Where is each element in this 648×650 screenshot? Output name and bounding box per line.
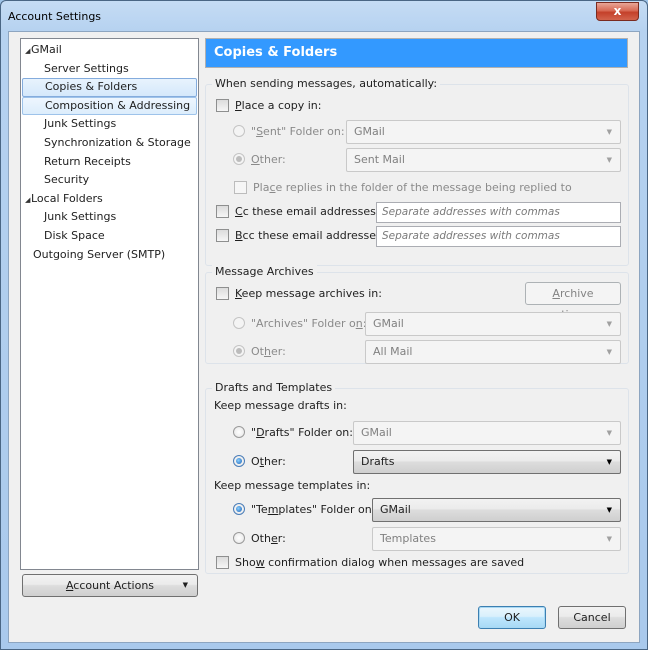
- group-title-archives: Message Archives: [212, 265, 317, 278]
- ok-button[interactable]: OK: [478, 606, 546, 629]
- tree-item-gmail[interactable]: ◢GMail: [22, 41, 197, 60]
- tree-item-sync-storage[interactable]: Synchronization & Storage: [22, 134, 197, 153]
- sent-other-select[interactable]: Sent Mail ▼: [346, 148, 621, 172]
- sent-folder-radio[interactable]: "Sent" Folder on:: [233, 121, 345, 143]
- dropdown-arrow-icon: ▼: [606, 156, 612, 164]
- drafts-other-select[interactable]: Drafts ▼: [353, 450, 621, 474]
- archives-group: Message Archives Keep message archives i…: [205, 265, 629, 364]
- account-tree[interactable]: ◢GMail Server Settings Copies & Folders …: [20, 38, 199, 570]
- tree-item-security[interactable]: Security: [22, 171, 197, 190]
- radio-circle[interactable]: [233, 317, 245, 329]
- radio-circle[interactable]: [233, 153, 245, 165]
- place-replies-checkbox[interactable]: Place replies in the folder of the messa…: [234, 177, 572, 199]
- radio-circle[interactable]: [233, 455, 245, 467]
- drafts-folder-select[interactable]: GMail ▼: [353, 421, 621, 445]
- dropdown-arrow-icon: ▼: [182, 581, 188, 589]
- place-copy-checkbox[interactable]: Place a copy in:: [216, 95, 322, 117]
- checkbox-box[interactable]: [234, 180, 247, 194]
- sending-group: When sending messages, automatically: Pl…: [205, 77, 629, 266]
- tree-item-junk-settings[interactable]: Junk Settings: [22, 115, 197, 134]
- checkbox-box[interactable]: [216, 228, 229, 242]
- bcc-input[interactable]: Separate addresses with commas: [376, 226, 621, 247]
- dropdown-arrow-icon: ▼: [606, 128, 612, 136]
- bcc-checkbox[interactable]: Bcc these email addresses:: [216, 225, 385, 247]
- archives-other-select[interactable]: All Mail ▼: [365, 340, 621, 364]
- drafts-label: Keep message drafts in:: [214, 399, 347, 412]
- dropdown-arrow-icon: ▼: [606, 458, 612, 466]
- archives-other-radio[interactable]: Other:: [233, 341, 286, 363]
- radio-circle[interactable]: [233, 426, 245, 438]
- tree-item-copies-folders[interactable]: Copies & Folders: [22, 78, 197, 97]
- sent-folder-select[interactable]: GMail ▼: [346, 120, 621, 144]
- checkbox-box[interactable]: [216, 204, 229, 218]
- templates-folder-radio[interactable]: "Templates" Folder on:: [233, 499, 375, 521]
- close-icon: x: [613, 4, 622, 18]
- dialog-body: ◢GMail Server Settings Copies & Folders …: [8, 31, 640, 643]
- checkbox-box[interactable]: [216, 98, 229, 112]
- account-settings-window: Account Settings x ◢GMail Server Setting…: [0, 0, 648, 650]
- checkbox-box[interactable]: [216, 555, 229, 569]
- templates-other-radio[interactable]: Other:: [233, 528, 286, 550]
- group-title-drafts: Drafts and Templates: [212, 381, 336, 394]
- tree-item-outgoing-server[interactable]: Outgoing Server (SMTP): [22, 246, 197, 265]
- sent-other-radio[interactable]: Other:: [233, 149, 286, 171]
- radio-circle[interactable]: [233, 503, 245, 515]
- tree-item-local-junk-settings[interactable]: Junk Settings: [22, 208, 197, 227]
- tree-item-composition-addressing[interactable]: Composition & Addressing: [22, 96, 197, 116]
- title-bar[interactable]: Account Settings x: [1, 1, 647, 31]
- tree-item-return-receipts[interactable]: Return Receipts: [22, 153, 197, 172]
- close-button[interactable]: x: [596, 2, 639, 21]
- dropdown-arrow-icon: ▼: [606, 535, 612, 543]
- dropdown-arrow-icon: ▼: [606, 506, 612, 514]
- templates-folder-select[interactable]: GMail ▼: [372, 498, 621, 522]
- tree-item-disk-space[interactable]: Disk Space: [22, 227, 197, 246]
- tree-item-server-settings[interactable]: Server Settings: [22, 60, 197, 79]
- checkbox-box[interactable]: [216, 286, 229, 300]
- cancel-button[interactable]: Cancel: [558, 606, 626, 629]
- drafts-folder-radio[interactable]: "Drafts" Folder on:: [233, 422, 353, 444]
- dropdown-arrow-icon: ▼: [606, 348, 612, 356]
- archive-options-button[interactable]: Archive options...: [525, 282, 621, 321]
- keep-archives-checkbox[interactable]: Keep message archives in:: [216, 283, 382, 305]
- radio-circle[interactable]: [233, 125, 245, 137]
- drafts-templates-group: Drafts and Templates Keep message drafts…: [205, 381, 629, 574]
- settings-panel: Copies & Folders When sending messages, …: [205, 38, 629, 574]
- archives-folder-select[interactable]: GMail ▼: [365, 312, 621, 336]
- page-title: Copies & Folders: [205, 38, 628, 68]
- templates-label: Keep message templates in:: [214, 479, 371, 492]
- account-actions-button[interactable]: Account Actions ▼: [22, 574, 198, 597]
- archives-folder-radio[interactable]: "Archives" Folder on:: [233, 313, 366, 335]
- templates-other-select[interactable]: Templates ▼: [372, 527, 621, 551]
- tree-item-local-folders[interactable]: ◢Local Folders: [22, 190, 197, 209]
- cc-checkbox[interactable]: Cc these email addresses:: [216, 201, 380, 223]
- dropdown-arrow-icon: ▼: [606, 320, 612, 328]
- window-title: Account Settings: [8, 10, 102, 23]
- drafts-other-radio[interactable]: Other:: [233, 451, 286, 473]
- dropdown-arrow-icon: ▼: [606, 429, 612, 437]
- cc-input[interactable]: Separate addresses with commas: [376, 202, 621, 223]
- group-title-sending: When sending messages, automatically:: [212, 77, 441, 90]
- radio-circle[interactable]: [233, 532, 245, 544]
- radio-circle[interactable]: [233, 345, 245, 357]
- show-confirmation-checkbox[interactable]: Show confirmation dialog when messages a…: [216, 552, 524, 574]
